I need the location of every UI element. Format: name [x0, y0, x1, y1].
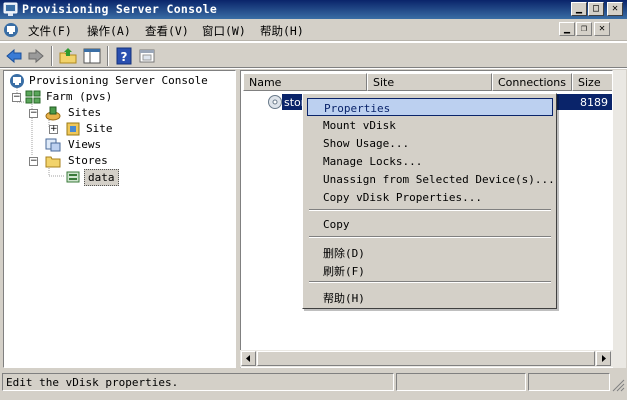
site-icon	[65, 121, 81, 137]
toolbar: ?	[0, 42, 627, 68]
tree-connectors	[16, 88, 64, 177]
views-icon	[45, 137, 61, 153]
forward-arrow-icon	[28, 48, 44, 64]
data-store-icon	[65, 169, 81, 185]
properties-icon	[139, 49, 155, 63]
scroll-left-button[interactable]	[241, 351, 256, 366]
sites-icon	[45, 105, 61, 121]
mdi-minimize-button[interactable]: ▁	[559, 22, 575, 36]
status-panel-3	[528, 373, 610, 391]
back-arrow-icon	[6, 48, 22, 64]
column-header-size[interactable]: Size	[572, 73, 612, 91]
scroll-left-icon	[246, 355, 250, 362]
column-header-name[interactable]: Name	[243, 73, 367, 91]
up-level-button[interactable]	[58, 46, 78, 66]
close-icon: ✕	[598, 23, 606, 34]
mdi-close-button[interactable]: ✕	[594, 22, 610, 36]
menu-action[interactable]: 操作(A)	[87, 23, 131, 39]
menu-item-properties[interactable]: Properties	[307, 98, 553, 116]
column-header-connections[interactable]: Connections	[492, 73, 572, 91]
app-icon	[3, 2, 18, 17]
menu-window[interactable]: 窗口(W)	[202, 23, 246, 39]
stores-folder-icon	[45, 153, 61, 169]
tree-item-stores[interactable]: Stores	[68, 154, 108, 167]
farm-icon	[25, 89, 41, 105]
window-title: Provisioning Server Console	[22, 2, 218, 16]
scroll-right-button[interactable]	[596, 351, 611, 366]
console-root-icon	[9, 73, 25, 89]
menu-item-manage-locks[interactable]: Manage Locks...	[307, 152, 553, 170]
toolbar-separator	[107, 46, 109, 66]
menu-item-help[interactable]: 帮助(H)	[307, 287, 553, 305]
menu-view[interactable]: 查看(V)	[145, 23, 189, 39]
stores-expander[interactable]: −	[29, 157, 38, 166]
menu-item-unassign[interactable]: Unassign from Selected Device(s)...	[307, 170, 555, 188]
svg-text:?: ?	[121, 50, 128, 64]
help-button[interactable]: ?	[114, 46, 134, 66]
resize-grip-icon[interactable]	[611, 378, 625, 392]
context-menu: Properties Mount vDisk Show Usage... Man…	[302, 93, 557, 309]
forward-button[interactable]	[26, 46, 46, 66]
properties-button[interactable]	[137, 46, 157, 66]
vdisk-icon	[267, 94, 283, 110]
menu-help[interactable]: 帮助(H)	[260, 23, 304, 39]
menu-item-mount-vdisk[interactable]: Mount vDisk	[307, 116, 553, 134]
tree-item-data[interactable]: data	[84, 169, 119, 186]
menu-item-show-usage[interactable]: Show Usage...	[307, 134, 553, 152]
close-button[interactable]: ✕	[607, 2, 623, 16]
toolbar-separator	[51, 46, 53, 66]
tree-item-farm[interactable]: Farm (pvs)	[46, 90, 112, 103]
minimize-icon: ▁	[575, 3, 583, 14]
status-panel-2	[396, 373, 526, 391]
menu-item-copy[interactable]: Copy	[307, 215, 553, 233]
menu-separator	[309, 281, 551, 283]
show-hide-tree-icon	[83, 48, 101, 64]
minimize-button[interactable]: ▁	[571, 2, 587, 16]
title-bar[interactable]: Provisioning Server Console ▁ □ ✕	[0, 0, 627, 19]
maximize-button[interactable]: □	[588, 2, 604, 16]
menu-item-delete[interactable]: 删除(D)	[307, 242, 553, 260]
horizontal-scrollbar[interactable]	[240, 350, 613, 367]
menu-separator	[309, 236, 551, 238]
menu-item-copy-vdisk-properties[interactable]: Copy vDisk Properties...	[307, 188, 553, 206]
restore-icon: ❐	[580, 23, 588, 34]
mdi-restore-button[interactable]: ❐	[576, 22, 592, 36]
help-icon: ?	[116, 47, 132, 65]
menu-separator	[309, 209, 551, 211]
menu-bar: 文件(F) 操作(A) 查看(V) 窗口(W) 帮助(H) ▁ ❐ ✕	[0, 19, 627, 41]
up-folder-icon	[59, 48, 77, 64]
maximize-icon: □	[592, 3, 600, 14]
close-icon: ✕	[611, 3, 619, 14]
tree-item-console-root[interactable]: Provisioning Server Console	[29, 74, 208, 87]
menu-item-refresh[interactable]: 刷新(F)	[307, 260, 553, 278]
minimize-icon: ▁	[563, 23, 571, 34]
vertical-scrollbar[interactable]	[613, 70, 626, 368]
column-header-site[interactable]: Site	[367, 73, 492, 91]
tree-item-sites[interactable]: Sites	[68, 106, 101, 119]
menu-file[interactable]: 文件(F)	[28, 23, 72, 39]
tree-pane[interactable]: Provisioning Server Console − Farm (pvs)…	[3, 70, 236, 368]
tree-item-views[interactable]: Views	[68, 138, 101, 151]
farm-expander[interactable]: −	[12, 93, 21, 102]
sites-expander[interactable]: −	[29, 109, 38, 118]
row-size: 8189 M	[580, 96, 612, 109]
show-hide-tree-button[interactable]	[82, 46, 102, 66]
status-text: Edit the vDisk properties.	[2, 373, 394, 391]
scroll-right-icon	[602, 355, 606, 362]
scroll-thumb[interactable]	[257, 351, 595, 366]
tree-item-site[interactable]: Site	[86, 122, 113, 135]
site-expander[interactable]: +	[49, 125, 58, 134]
status-bar: Edit the vDisk properties.	[0, 370, 627, 400]
back-button[interactable]	[4, 46, 24, 66]
system-menu-icon[interactable]	[3, 22, 19, 38]
